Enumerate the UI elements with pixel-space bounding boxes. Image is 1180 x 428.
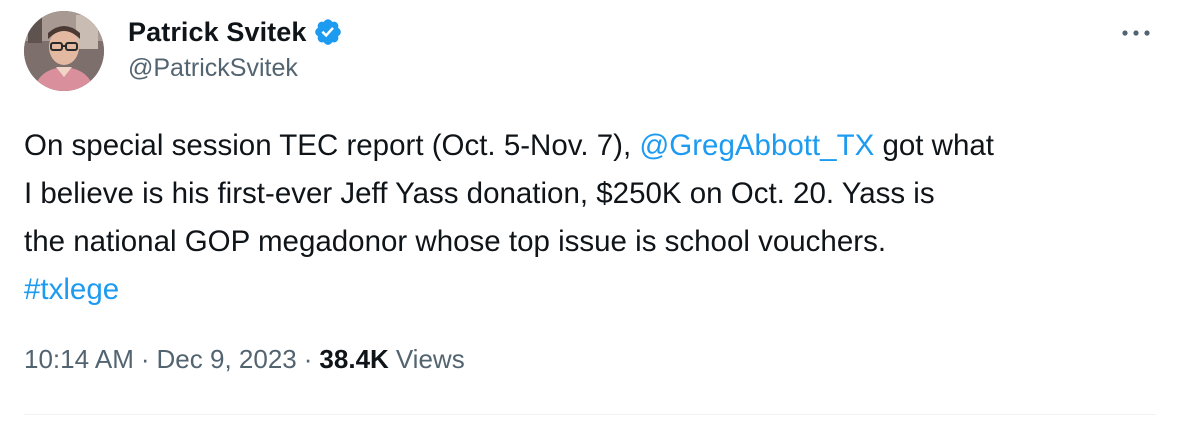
- avatar-photo: [24, 11, 104, 91]
- more-options-button[interactable]: [1118, 18, 1154, 48]
- tweet-line: On special session TEC report (Oct. 5-No…: [24, 122, 1164, 170]
- hashtag-link[interactable]: #txlege: [24, 273, 119, 306]
- tweet-text-segment: got what: [874, 129, 994, 162]
- author-name[interactable]: Patrick Svitek: [128, 17, 307, 48]
- mention-link[interactable]: @GregAbbott_TX: [639, 129, 874, 162]
- tweet-line: #txlege: [24, 266, 1164, 314]
- tweet-date[interactable]: Dec 9, 2023: [157, 344, 297, 375]
- views-label: Views: [395, 344, 465, 374]
- avatar[interactable]: [24, 11, 104, 91]
- author-handle[interactable]: @PatrickSvitek: [128, 54, 298, 83]
- author-name-row: Patrick Svitek: [128, 14, 343, 50]
- tweet-time[interactable]: 10:14 AM: [24, 344, 134, 375]
- tweet-line: the national GOP megadonor whose top iss…: [24, 225, 887, 258]
- verified-badge-icon[interactable]: [313, 17, 343, 47]
- tweet-meta: 10:14 AM · Dec 9, 2023 · 38.4K Views: [24, 344, 465, 375]
- divider: [24, 414, 1156, 415]
- views-count[interactable]: 38.4K: [319, 344, 388, 375]
- tweet-text: On special session TEC report (Oct. 5-No…: [24, 122, 1164, 314]
- meta-separator: ·: [303, 344, 313, 374]
- tweet-text-segment: On special session TEC report (Oct. 5-No…: [24, 129, 640, 162]
- more-horizontal-icon: [1122, 30, 1150, 36]
- tweet-line: I believe is his first-ever Jeff Yass do…: [24, 177, 935, 210]
- tweet-card: Patrick Svitek @PatrickSvitek On special…: [0, 0, 1180, 428]
- meta-separator: ·: [140, 344, 150, 374]
